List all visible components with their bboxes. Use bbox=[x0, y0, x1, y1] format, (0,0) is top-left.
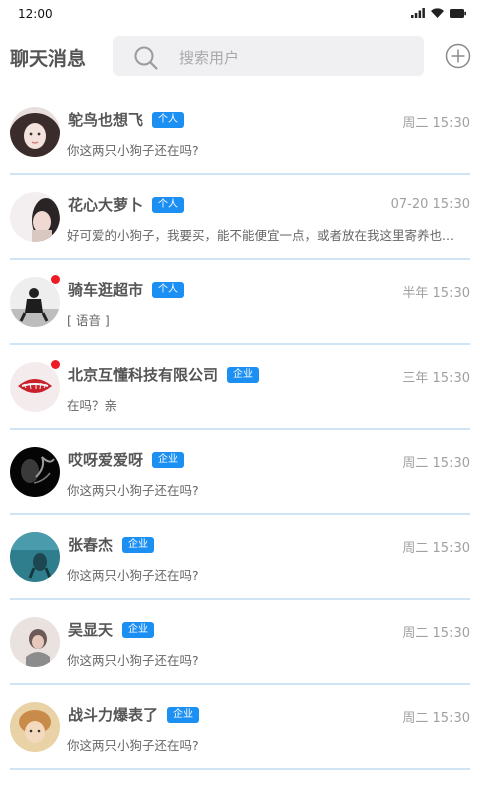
page-title: 聊天消息 bbox=[10, 48, 87, 70]
chat-list: 鸵鸟也想飞 个人 周二 15:30 你这两只小狗子还在吗? 花心大萝卜 个人 0… bbox=[0, 90, 480, 770]
status-time: 12:00 bbox=[18, 7, 53, 21]
status-icons bbox=[411, 8, 466, 18]
chat-name: 张春杰 bbox=[68, 536, 114, 554]
type-badge: 企业 bbox=[167, 706, 200, 723]
status-bar: 12:00 bbox=[0, 0, 480, 28]
message-preview: 好可爱的小狗子，我要买，能不能便宜一点，或者放在我这里寄养也... bbox=[67, 228, 454, 243]
avatar bbox=[10, 362, 60, 412]
type-badge: 企业 bbox=[122, 536, 155, 553]
name-row: 骑车逛超市 个人 bbox=[68, 279, 185, 300]
message-preview: 你这两只小狗子还在吗? bbox=[67, 143, 199, 158]
chat-item[interactable]: 战斗力爆表了 企业 周二 15:30 你这两只小狗子还在吗? bbox=[0, 685, 480, 770]
message-preview: 你这两只小狗子还在吗? bbox=[67, 483, 199, 498]
search-placeholder: 搜索用户 bbox=[179, 49, 240, 67]
type-badge: 个人 bbox=[152, 196, 185, 213]
add-button[interactable] bbox=[445, 43, 471, 69]
chat-time: 周二 15:30 bbox=[402, 541, 470, 556]
chat-name: 吴显天 bbox=[68, 621, 114, 639]
unread-dot bbox=[51, 360, 60, 369]
message-preview: [ 语音 ] bbox=[67, 313, 110, 328]
name-row: 花心大萝卜 个人 bbox=[68, 194, 185, 215]
search-input[interactable]: 搜索用户 bbox=[113, 36, 424, 76]
name-row: 吴显天 企业 bbox=[68, 619, 155, 640]
wifi-icon bbox=[431, 8, 444, 18]
avatar bbox=[10, 192, 60, 242]
avatar bbox=[10, 107, 60, 157]
message-preview: 你这两只小狗子还在吗? bbox=[67, 568, 199, 583]
avatar bbox=[10, 617, 60, 667]
chat-name: 北京互懂科技有限公司 bbox=[68, 366, 219, 384]
name-row: 北京互懂科技有限公司 企业 bbox=[68, 364, 260, 385]
chat-item[interactable]: 吴显天 企业 周二 15:30 你这两只小狗子还在吗? bbox=[0, 600, 480, 685]
chat-time: 三年 15:30 bbox=[402, 371, 470, 386]
name-row: 战斗力爆表了 企业 bbox=[68, 704, 200, 725]
unread-dot bbox=[51, 275, 60, 284]
search-icon bbox=[134, 46, 158, 70]
type-badge: 个人 bbox=[152, 111, 185, 128]
chat-name: 哎呀爱爱呀 bbox=[68, 451, 144, 469]
message-preview: 在吗？亲 bbox=[67, 398, 118, 413]
name-row: 张春杰 企业 bbox=[68, 534, 155, 555]
signal-icon bbox=[411, 8, 425, 18]
type-badge: 个人 bbox=[152, 281, 185, 298]
chat-item[interactable]: 哎呀爱爱呀 企业 周二 15:30 你这两只小狗子还在吗? bbox=[0, 430, 480, 515]
type-badge: 企业 bbox=[152, 451, 185, 468]
chat-time: 周二 15:30 bbox=[402, 626, 470, 641]
chat-name: 骑车逛超市 bbox=[68, 281, 144, 299]
header: 聊天消息 搜索用户 bbox=[0, 28, 480, 90]
message-preview: 你这两只小狗子还在吗? bbox=[67, 738, 199, 753]
avatar bbox=[10, 532, 60, 582]
type-badge: 企业 bbox=[227, 366, 260, 383]
chat-time: 周二 15:30 bbox=[402, 711, 470, 726]
chat-item[interactable]: 鸵鸟也想飞 个人 周二 15:30 你这两只小狗子还在吗? bbox=[0, 90, 480, 175]
type-badge: 企业 bbox=[122, 621, 155, 638]
chat-name: 战斗力爆表了 bbox=[68, 706, 159, 724]
name-row: 鸵鸟也想飞 个人 bbox=[68, 109, 185, 130]
chat-time: 周二 15:30 bbox=[402, 116, 470, 131]
chat-time: 07-20 15:30 bbox=[390, 197, 470, 212]
chat-item[interactable]: 骑车逛超市 个人 半年 15:30 [ 语音 ] bbox=[0, 260, 480, 345]
chat-item[interactable]: 北京互懂科技有限公司 企业 三年 15:30 在吗？亲 bbox=[0, 345, 480, 430]
chat-item[interactable]: 张春杰 企业 周二 15:30 你这两只小狗子还在吗? bbox=[0, 515, 480, 600]
chat-name: 花心大萝卜 bbox=[68, 196, 144, 214]
battery-icon bbox=[450, 8, 466, 18]
chat-time: 半年 15:30 bbox=[402, 286, 470, 301]
chat-item[interactable]: 花心大萝卜 个人 07-20 15:30 好可爱的小狗子，我要买，能不能便宜一点… bbox=[0, 175, 480, 260]
avatar bbox=[10, 447, 60, 497]
chat-name: 鸵鸟也想飞 bbox=[68, 111, 144, 129]
chat-time: 周二 15:30 bbox=[402, 456, 470, 471]
avatar bbox=[10, 277, 60, 327]
name-row: 哎呀爱爱呀 企业 bbox=[68, 449, 185, 470]
avatar bbox=[10, 702, 60, 752]
divider bbox=[10, 768, 470, 770]
message-preview: 你这两只小狗子还在吗? bbox=[67, 653, 199, 668]
